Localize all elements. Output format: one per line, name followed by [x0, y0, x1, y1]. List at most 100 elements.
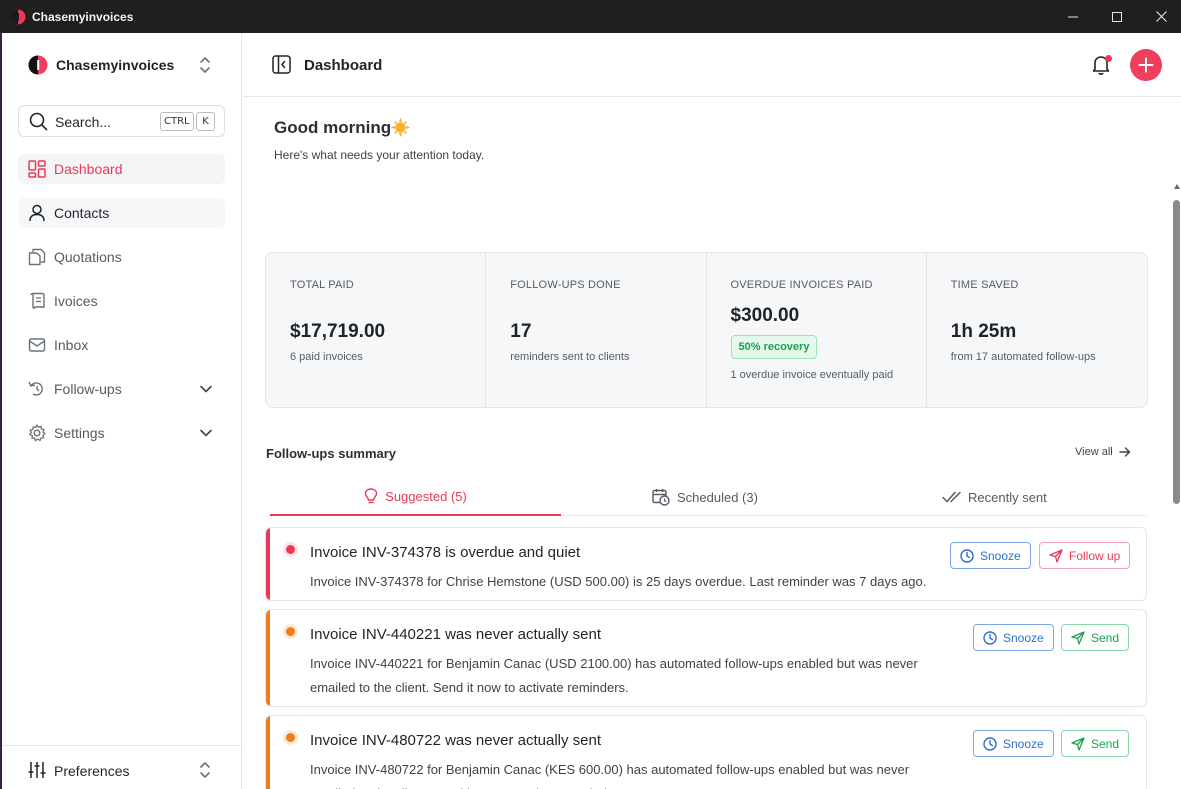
org-switcher[interactable]: Chasemyinvoices — [28, 55, 174, 75]
sidebar-item-dashboard[interactable]: Dashboard — [18, 154, 225, 184]
scrollbar-thumb[interactable] — [1173, 200, 1180, 504]
snooze-button[interactable]: Snooze — [973, 624, 1054, 651]
snooze-button[interactable]: Snooze — [950, 542, 1031, 569]
stat-value: $17,719.00 — [290, 321, 386, 342]
notification-badge — [1105, 55, 1112, 62]
scroll-up-arrow[interactable] — [1174, 184, 1180, 189]
dashboard-grid-icon — [28, 160, 46, 178]
minimize-icon — [1068, 16, 1078, 17]
sidebar-item-quotations[interactable]: Quotations — [18, 242, 225, 272]
stat-note: reminders sent to clients — [510, 351, 630, 363]
sidebar-item-follow-ups[interactable]: Follow-ups — [18, 374, 225, 404]
minimize-button[interactable] — [1050, 0, 1096, 33]
scroll-invoice-icon — [30, 292, 45, 309]
status-dot — [286, 627, 295, 636]
sidebar: Chasemyinvoices Search... CTRL K Dashboa… — [2, 33, 242, 789]
user-icon — [29, 204, 45, 222]
sliders-icon — [28, 762, 46, 778]
stat-note: 6 paid invoices — [290, 351, 363, 363]
clock-icon — [960, 548, 974, 563]
sidebar-item-invoices[interactable]: Ivoices — [18, 286, 225, 316]
close-button[interactable] — [1138, 0, 1181, 33]
maximize-icon — [1112, 11, 1122, 22]
stat-value: 1h 25m — [950, 321, 1017, 342]
stat-label: TOTAL PAID — [290, 279, 354, 291]
tab-recently-sent[interactable]: Recently sent — [942, 478, 1047, 516]
card-description: Invoice INV-480722 for Benjamin Canac (K… — [310, 762, 910, 789]
card-title: Invoice INV-374378 is overdue and quiet — [310, 544, 581, 561]
recovery-badge: 50% recovery — [730, 335, 818, 359]
chevron-down-icon — [200, 429, 212, 437]
stats-panel: TOTAL PAID $17,719.00 6 paid invoices FO… — [265, 252, 1148, 408]
card-accent-bar — [266, 528, 270, 600]
window-title: Chasemyinvoices — [32, 10, 134, 24]
follow-up-card: Invoice INV-440221 was never actually se… — [265, 609, 1147, 707]
inbox-icon — [28, 338, 46, 352]
shortcut-k-key: K — [196, 112, 215, 131]
card-description: Invoice INV-440221 for Benjamin Canac (U… — [310, 656, 918, 695]
preferences-menu[interactable]: Preferences — [2, 745, 241, 789]
status-dot — [286, 733, 295, 742]
sidebar-item-label: Ivoices — [54, 293, 98, 309]
sidebar-item-settings[interactable]: Settings — [18, 418, 225, 448]
sidebar-item-label: Inbox — [54, 337, 89, 353]
sidebar-item-label: Quotations — [54, 249, 122, 265]
arrow-right-icon — [1119, 447, 1131, 457]
maximize-button[interactable] — [1094, 0, 1140, 33]
send-button[interactable]: Send — [1061, 730, 1130, 757]
section-title: Follow-ups summary — [266, 446, 397, 461]
stat-label: FOLLOW-UPS DONE — [510, 279, 621, 291]
greeting-subtitle: Here's what needs your attention today. — [274, 148, 485, 162]
clock-icon — [983, 736, 997, 751]
stat-total-paid: TOTAL PAID $17,719.00 6 paid invoices — [266, 253, 487, 407]
shortcut-ctrl-key: CTRL — [160, 112, 194, 131]
card-description: Invoice INV-374378 for Chrise Hemstone (… — [310, 574, 927, 589]
chevron-up-down-icon[interactable] — [197, 55, 213, 75]
page-title: Dashboard — [304, 57, 383, 74]
send-label: Send — [1091, 736, 1120, 751]
close-icon — [1155, 11, 1167, 22]
snooze-label: Snooze — [980, 548, 1021, 563]
stat-label: TIME SAVED — [950, 279, 1019, 291]
sidebar-item-inbox[interactable]: Inbox — [18, 330, 225, 360]
status-dot — [286, 545, 295, 554]
search-box[interactable]: Search... CTRL K — [18, 105, 225, 137]
sidebar-item-contacts[interactable]: Contacts — [18, 198, 225, 228]
search-icon — [29, 112, 48, 131]
chevron-up-down-icon — [200, 762, 210, 778]
tab-label: Suggested (5) — [385, 488, 467, 504]
send-icon — [1071, 630, 1085, 645]
stat-label: OVERDUE INVOICES PAID — [730, 279, 873, 291]
tab-suggested[interactable]: Suggested (5) — [270, 478, 561, 516]
title-bar: Chasemyinvoices — [0, 0, 1181, 33]
send-label: Send — [1091, 630, 1120, 645]
sidebar-toggle-icon[interactable] — [272, 55, 291, 74]
lightbulb-icon — [364, 487, 378, 503]
follow-up-icon — [28, 381, 43, 396]
greeting-title: Good morning — [274, 118, 392, 137]
follow-up-button[interactable]: Follow up — [1039, 542, 1131, 569]
send-icon — [1049, 548, 1063, 563]
tab-label: Recently sent — [968, 489, 1047, 505]
stat-time-saved: TIME SAVED 1h 25m from 17 automated foll… — [927, 253, 1147, 407]
card-title: Invoice INV-480722 was never actually se… — [310, 732, 601, 749]
preferences-label: Preferences — [54, 763, 130, 779]
send-icon — [1071, 736, 1085, 751]
org-logo-icon — [28, 55, 48, 75]
snooze-button[interactable]: Snooze — [973, 730, 1054, 757]
send-button[interactable]: Send — [1061, 624, 1130, 651]
sidebar-item-label: Contacts — [54, 205, 110, 221]
follow-up-label: Follow up — [1069, 548, 1121, 563]
add-button[interactable] — [1130, 49, 1162, 81]
chevron-down-icon — [200, 385, 212, 393]
follow-up-card: Invoice INV-374378 is overdue and quiet … — [265, 527, 1147, 601]
double-check-icon — [942, 491, 961, 503]
snooze-label: Snooze — [1003, 630, 1044, 645]
sun-emoji-icon — [391, 118, 410, 137]
stat-value: 17 — [510, 321, 532, 342]
view-all-link[interactable]: View all — [1075, 446, 1131, 458]
card-accent-bar — [266, 610, 270, 706]
tab-scheduled[interactable]: Scheduled (3) — [652, 478, 758, 516]
stat-note: 1 overdue invoice eventually paid — [730, 369, 894, 381]
gear-icon — [29, 424, 46, 442]
